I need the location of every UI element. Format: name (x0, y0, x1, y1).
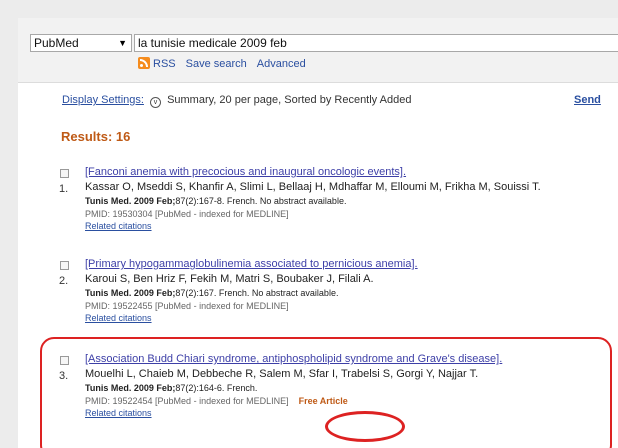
result-pmid: PMID: 19530304 [PubMed - indexed for MED… (85, 209, 289, 219)
display-settings-link[interactable]: Display Settings: (62, 94, 144, 106)
result-journal: Tunis Med. 2009 Feb; (85, 288, 176, 298)
result-source: Tunis Med. 2009 Feb;87(2):167. French. N… (85, 288, 338, 298)
pubmed-page: PubMed ▼ la tunisie medicale 2009 feb RS… (18, 18, 618, 448)
result-item: 2. [Primary hypogammaglobulinemia associ… (56, 258, 616, 328)
save-search-link[interactable]: Save search (186, 58, 247, 70)
related-citations-link[interactable]: Related citations (85, 313, 152, 323)
result-item: 1. [Fanconi anemia with precocious and i… (56, 166, 616, 236)
result-journal: Tunis Med. 2009 Feb; (85, 196, 176, 206)
annotation-highlight-box (40, 337, 612, 448)
annotation-free-article-circle (325, 411, 405, 442)
search-bar: PubMed ▼ la tunisie medicale 2009 feb RS… (18, 18, 618, 83)
chevron-down-icon[interactable]: v (150, 97, 161, 108)
search-links: RSS Save search Advanced (138, 57, 316, 71)
rss-link[interactable]: RSS (153, 58, 176, 70)
result-source: Tunis Med. 2009 Feb;87(2):167-8. French.… (85, 196, 346, 206)
results-count: Results: 16 (61, 129, 131, 144)
result-number: 1. (59, 183, 69, 195)
result-citation: 87(2):167-8. French. No abstract availab… (175, 196, 347, 206)
database-select[interactable]: PubMed ▼ (30, 34, 132, 52)
display-settings: Display Settings: v Summary, 20 per page… (62, 94, 411, 108)
result-authors: Kassar O, Mseddi S, Khanfir A, Slimi L, … (85, 181, 541, 193)
search-input[interactable]: la tunisie medicale 2009 feb (134, 34, 618, 52)
send-to-link[interactable]: Send (574, 94, 601, 106)
result-pmid: PMID: 19522455 [PubMed - indexed for MED… (85, 301, 289, 311)
display-settings-value: Summary, 20 per page, Sorted by Recently… (167, 94, 412, 106)
advanced-link[interactable]: Advanced (257, 58, 306, 70)
result-number: 2. (59, 275, 69, 287)
result-checkbox[interactable] (60, 261, 69, 270)
database-select-value: PubMed (34, 36, 79, 50)
result-title-link[interactable]: [Primary hypogammaglobulinemia associate… (85, 258, 418, 270)
result-checkbox[interactable] (60, 169, 69, 178)
related-citations-link[interactable]: Related citations (85, 221, 152, 231)
result-citation: 87(2):167. French. No abstract available… (175, 288, 339, 298)
rss-icon[interactable] (138, 57, 150, 69)
result-authors: Karoui S, Ben Hriz F, Fekih M, Matri S, … (85, 273, 374, 285)
dropdown-arrow-icon: ▼ (118, 38, 127, 48)
result-title-link[interactable]: [Fanconi anemia with precocious and inau… (85, 166, 406, 178)
